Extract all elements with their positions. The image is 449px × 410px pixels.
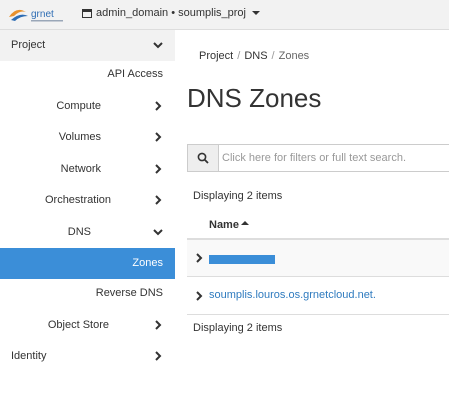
sidebar: Project API Access Compute Volumes Netwo… — [0, 30, 175, 410]
sidebar-item-label: Volumes — [58, 131, 101, 143]
sidebar-item-network[interactable]: Network — [0, 154, 175, 185]
table-header: Name — [187, 210, 449, 240]
table-row — [187, 240, 449, 277]
sidebar-item-label: Network — [60, 163, 101, 175]
search-bar — [187, 144, 449, 172]
sidebar-item-label: Object Store — [47, 319, 109, 331]
svg-text:grnet: grnet — [31, 9, 54, 20]
sidebar-item-label: DNS — [67, 226, 91, 238]
caret-down-icon — [252, 11, 261, 16]
sidebar-item-zones[interactable]: Zones — [0, 248, 175, 279]
chevron-down-icon — [153, 42, 163, 49]
chevron-right-icon[interactable] — [195, 253, 203, 263]
breadcrumb-dns[interactable]: DNS — [244, 50, 267, 62]
table-row: soumplis.louros.os.grnetcloud.net. — [187, 278, 449, 315]
sidebar-item-label: Project — [11, 39, 46, 51]
column-header-name[interactable]: Name — [209, 219, 239, 231]
sidebar-item-volumes[interactable]: Volumes — [0, 122, 175, 153]
project-selector[interactable]: admin_domain • soumplis_proj — [82, 7, 261, 19]
project-icon — [82, 8, 92, 18]
chevron-right-icon — [155, 101, 162, 111]
sidebar-item-object-store[interactable]: Object Store — [0, 310, 175, 341]
redacted-zone-name[interactable] — [209, 255, 275, 264]
item-count-top: Displaying 2 items — [193, 190, 283, 202]
chevron-right-icon — [155, 164, 162, 174]
item-count-bottom: Displaying 2 items — [193, 322, 283, 334]
top-navbar: grnet admin_domain • soumplis_proj — [0, 0, 449, 30]
main-content: Project/DNS/Zones DNS Zones Displaying 2… — [187, 30, 449, 410]
chevron-right-icon — [155, 351, 162, 361]
chevron-right-icon — [155, 195, 162, 205]
search-input[interactable] — [219, 145, 449, 171]
sidebar-item-project[interactable]: Project — [0, 30, 175, 61]
search-button[interactable] — [188, 145, 219, 171]
search-icon — [197, 152, 209, 164]
chevron-right-icon[interactable] — [195, 291, 203, 301]
page-title: DNS Zones — [187, 83, 322, 113]
breadcrumb-project[interactable]: Project — [199, 50, 233, 62]
sidebar-item-api-access[interactable]: API Access — [0, 59, 175, 90]
project-selector-label: admin_domain • soumplis_proj — [96, 7, 246, 19]
sidebar-item-label: Reverse DNS — [95, 287, 163, 299]
grnet-logo[interactable]: grnet — [6, 4, 66, 26]
zone-name-link[interactable]: soumplis.louros.os.grnetcloud.net. — [209, 289, 376, 301]
sidebar-item-dns[interactable]: DNS — [0, 217, 175, 248]
sidebar-item-reverse-dns[interactable]: Reverse DNS — [0, 278, 175, 309]
sort-ascending-icon — [241, 221, 249, 225]
breadcrumb: Project / DNS / Zones — [199, 50, 310, 62]
sidebar-item-label: Orchestration — [44, 194, 111, 206]
breadcrumb-zones: Zones — [278, 50, 310, 62]
chevron-down-icon — [153, 229, 163, 236]
chevron-right-icon — [155, 320, 162, 330]
sidebar-item-label: Identity — [11, 350, 47, 362]
sidebar-item-label: Zones — [132, 257, 163, 269]
sidebar-item-label: Compute — [56, 100, 101, 112]
chevron-right-icon — [155, 132, 162, 142]
sidebar-item-orchestration[interactable]: Orchestration — [0, 185, 175, 216]
sidebar-item-label: API Access — [107, 68, 163, 80]
sidebar-item-identity[interactable]: Identity — [0, 341, 175, 372]
sidebar-item-compute[interactable]: Compute — [0, 91, 175, 122]
